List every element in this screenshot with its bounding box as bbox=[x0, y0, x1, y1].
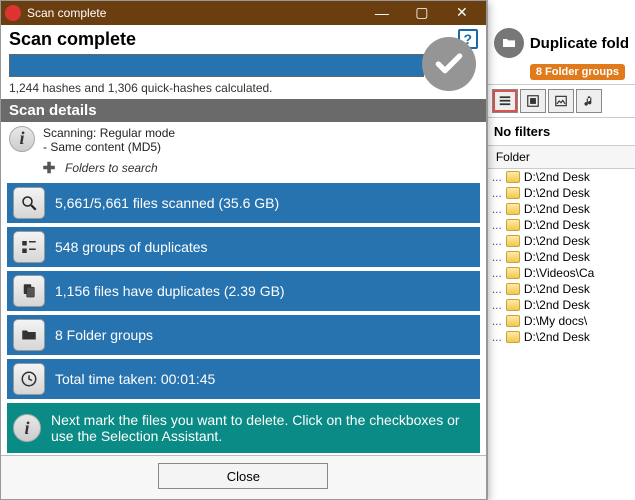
folder-list[interactable]: ...D:\2nd Desk...D:\2nd Desk...D:\2nd De… bbox=[488, 169, 635, 500]
plus-icon: ✚ bbox=[41, 159, 57, 177]
folder-icon bbox=[506, 235, 520, 247]
list-header-folder[interactable]: Folder bbox=[488, 146, 635, 169]
stat-total-time-label: Total time taken: 00:01:45 bbox=[55, 371, 215, 387]
folder-path: D:\Videos\Ca bbox=[524, 266, 594, 280]
maximize-button[interactable]: ▢ bbox=[402, 2, 442, 24]
folder-path: D:\2nd Desk bbox=[524, 218, 590, 232]
list-item[interactable]: ...D:\2nd Desk bbox=[488, 201, 635, 217]
folder-path: D:\2nd Desk bbox=[524, 234, 590, 248]
folder-icon bbox=[506, 331, 520, 343]
stat-folder-groups[interactable]: 8 Folder groups bbox=[7, 315, 480, 355]
info-icon: i bbox=[9, 126, 35, 152]
list-item[interactable]: ...D:\2nd Desk bbox=[488, 185, 635, 201]
close-window-button[interactable]: ✕ bbox=[442, 2, 482, 24]
right-panel-title: Duplicate fold bbox=[530, 35, 629, 52]
folder-icon bbox=[506, 203, 520, 215]
folder-icon bbox=[506, 171, 520, 183]
stat-hint-text: Next mark the files you want to delete. … bbox=[51, 412, 474, 444]
folder-path: D:\2nd Desk bbox=[524, 282, 590, 296]
folder-icon bbox=[506, 299, 520, 311]
folder-icon bbox=[506, 267, 520, 279]
hash-info: 1,244 hashes and 1,306 quick-hashes calc… bbox=[1, 79, 486, 99]
stat-files-scanned[interactable]: 5,661/5,661 files scanned (35.6 GB) bbox=[7, 183, 480, 223]
view-image-button[interactable] bbox=[548, 89, 574, 113]
list-item[interactable]: ...D:\2nd Desk bbox=[488, 233, 635, 249]
no-filters-label: No filters bbox=[488, 118, 635, 146]
checkmark-icon bbox=[422, 37, 476, 91]
duplicate-folders-icon bbox=[494, 28, 524, 58]
folder-icon bbox=[506, 315, 520, 327]
folder-icon bbox=[506, 219, 520, 231]
stat-groups-label: 548 groups of duplicates bbox=[55, 239, 208, 255]
folders-to-search-label: Folders to search bbox=[65, 161, 158, 175]
folder-icon bbox=[506, 251, 520, 263]
window-title: Scan complete bbox=[27, 6, 362, 20]
view-music-button[interactable] bbox=[576, 89, 602, 113]
folder-groups-badge: 8 Folder groups bbox=[530, 64, 625, 80]
scan-mode-info: i Scanning: Regular mode - Same content … bbox=[1, 122, 486, 158]
stat-groups[interactable]: 548 groups of duplicates bbox=[7, 227, 480, 267]
stat-files-scanned-label: 5,661/5,661 files scanned (35.6 GB) bbox=[55, 195, 279, 211]
list-item[interactable]: ...D:\2nd Desk bbox=[488, 249, 635, 265]
view-list-button[interactable] bbox=[492, 89, 518, 113]
folder-path: D:\2nd Desk bbox=[524, 170, 590, 184]
folder-icon bbox=[506, 187, 520, 199]
folder-icon bbox=[13, 319, 45, 351]
groups-icon bbox=[13, 231, 45, 263]
dialog-title: Scan complete bbox=[9, 29, 458, 50]
folder-icon bbox=[506, 283, 520, 295]
list-item[interactable]: ...D:\2nd Desk bbox=[488, 281, 635, 297]
close-button[interactable]: Close bbox=[158, 463, 328, 489]
main-window-right: Duplicate fold 8 Folder groups No filter… bbox=[487, 0, 635, 500]
section-header: Scan details bbox=[1, 99, 486, 122]
stat-folder-groups-label: 8 Folder groups bbox=[55, 327, 153, 343]
clock-icon bbox=[13, 363, 45, 395]
stat-dup-files[interactable]: 1,156 files have duplicates (2.39 GB) bbox=[7, 271, 480, 311]
stat-dup-files-label: 1,156 files have duplicates (2.39 GB) bbox=[55, 283, 285, 299]
list-item[interactable]: ...D:\2nd Desk bbox=[488, 297, 635, 313]
list-item[interactable]: ...D:\Videos\Ca bbox=[488, 265, 635, 281]
stat-total-time[interactable]: Total time taken: 00:01:45 bbox=[7, 359, 480, 399]
folder-path: D:\2nd Desk bbox=[524, 250, 590, 264]
folder-path: D:\2nd Desk bbox=[524, 330, 590, 344]
view-toolbar bbox=[488, 84, 635, 118]
magnifier-icon bbox=[13, 187, 45, 219]
minimize-button[interactable]: — bbox=[362, 2, 402, 24]
scan-complete-dialog: Scan complete — ▢ ✕ Scan complete ? 1,24… bbox=[0, 0, 487, 500]
info-icon: i bbox=[13, 414, 41, 442]
folder-path: D:\2nd Desk bbox=[524, 298, 590, 312]
scan-mode-line1: Scanning: Regular mode bbox=[43, 126, 175, 140]
list-item[interactable]: ...D:\2nd Desk bbox=[488, 169, 635, 185]
scan-mode-line2: - Same content (MD5) bbox=[43, 140, 175, 154]
folder-path: D:\2nd Desk bbox=[524, 202, 590, 216]
app-icon bbox=[5, 5, 21, 21]
view-grid-button[interactable] bbox=[520, 89, 546, 113]
folder-path: D:\My docs\ bbox=[524, 314, 587, 328]
folder-path: D:\2nd Desk bbox=[524, 186, 590, 200]
list-item[interactable]: ...D:\2nd Desk bbox=[488, 217, 635, 233]
stat-hint: i Next mark the files you want to delete… bbox=[7, 403, 480, 453]
titlebar: Scan complete — ▢ ✕ bbox=[1, 1, 486, 25]
list-item[interactable]: ...D:\2nd Desk bbox=[488, 329, 635, 345]
copy-icon bbox=[13, 275, 45, 307]
folders-to-search-row[interactable]: ✚ Folders to search bbox=[1, 158, 486, 181]
progress-bar bbox=[9, 54, 424, 77]
list-item[interactable]: ...D:\My docs\ bbox=[488, 313, 635, 329]
